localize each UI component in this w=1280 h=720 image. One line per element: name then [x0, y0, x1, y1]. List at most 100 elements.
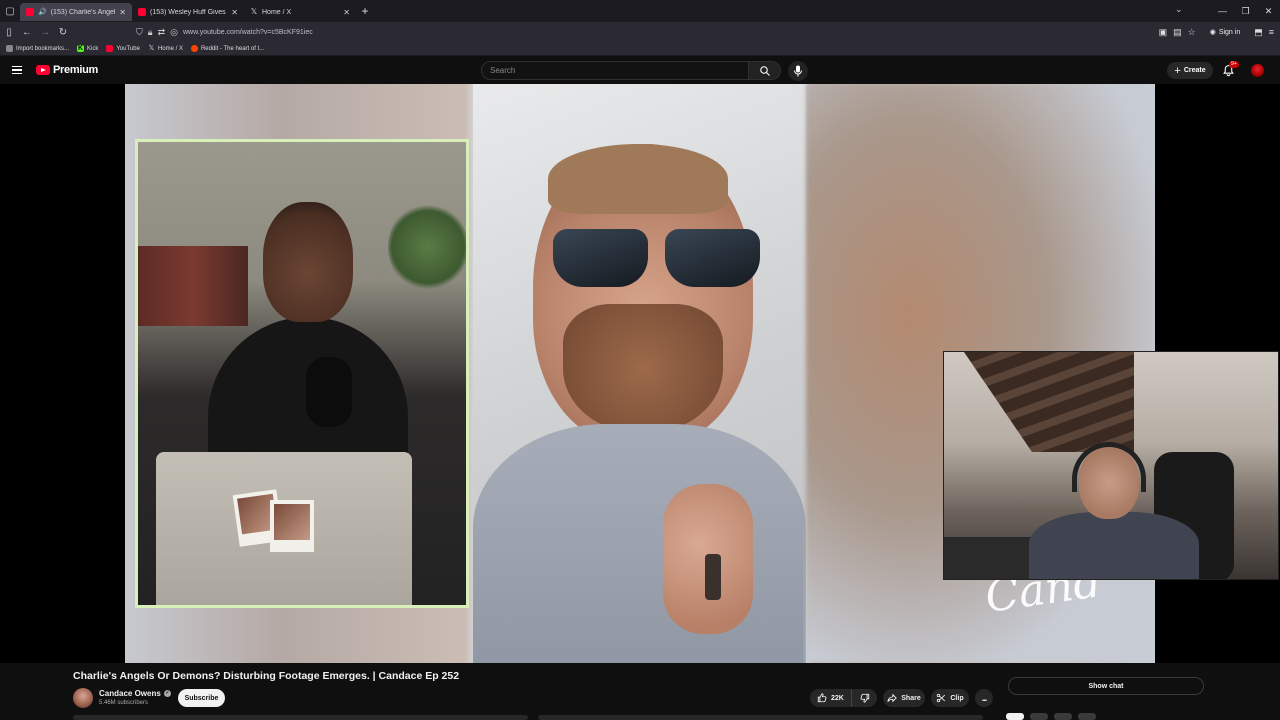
streamer-body — [1029, 512, 1199, 579]
bookmarks-bar: Import bookmarks... K Kick YouTube 𝕏 Hom… — [0, 42, 1280, 56]
tab-list-icon[interactable]: ▢ — [0, 0, 20, 22]
video-player[interactable]: Cand — [0, 84, 1280, 663]
bookmark-kick[interactable]: K Kick — [77, 45, 98, 52]
channel-name-link[interactable]: Candace Owens ✓ — [99, 689, 171, 698]
hamburger-menu-icon[interactable] — [12, 63, 24, 77]
more-actions-button[interactable]: ... — [975, 689, 993, 707]
show-chat-button[interactable]: Show chat — [1008, 677, 1204, 695]
window-controls: — ❐ ✕ — [1211, 0, 1280, 22]
bookmark-label: Import bookmarks... — [16, 45, 70, 52]
nav-right-tools: ▣ ▤ ☆ ◉ Sign in ⬒ ≡ — [1159, 22, 1280, 42]
subscribe-button[interactable]: Subscribe — [178, 689, 225, 707]
bookmark-home-x[interactable]: 𝕏 Home / X — [148, 45, 183, 52]
x-icon: 𝕏 — [148, 45, 155, 52]
url-text[interactable]: www.youtube.com/watch?v=c5BcKF91iec — [183, 29, 313, 36]
sign-in-button[interactable]: ◉ Sign in — [1209, 28, 1241, 37]
subscriber-count: 5.46M subscribers — [99, 700, 149, 706]
tab-charlies-angels[interactable]: 🔊 (153) Charlie's Angels Or D ✕ — [20, 3, 132, 21]
youtube-play-icon — [36, 65, 50, 75]
tracking-protection-icon[interactable]: ⛉ — [136, 27, 143, 38]
audio-icon[interactable]: 🔊 — [38, 8, 47, 16]
notifications-button[interactable]: 9+ — [1222, 61, 1239, 78]
list-all-tabs-icon[interactable]: ⌄ — [1175, 4, 1183, 15]
close-tab-icon[interactable]: ✕ — [343, 8, 350, 17]
restore-icon[interactable]: ❐ — [1234, 6, 1257, 17]
podcast-microphone — [306, 357, 352, 427]
browser-nav-bar: ▯ ← → ↻ ⛉ 🔒︎ ⇄ ◎ www.youtube.com/watch?v… — [0, 22, 1280, 42]
permissions-icon[interactable]: ⇄ — [158, 27, 166, 38]
like-button[interactable]: 22K — [810, 689, 852, 707]
youtube-premium-logo[interactable]: Premium — [36, 64, 98, 76]
tab-title: (153) Wesley Huff Gives Historic — [150, 8, 227, 16]
browser-tab-bar: ▢ 🔊 (153) Charlie's Angels Or D ✕ (153) … — [0, 0, 1280, 22]
tab-home-x[interactable]: 𝕏 Home / X ✕ — [244, 3, 356, 21]
reload-icon[interactable]: ↻ — [54, 27, 72, 38]
create-label: Create — [1183, 67, 1206, 74]
host-woman — [208, 197, 408, 517]
lock-icon[interactable]: 🔒︎ — [148, 27, 153, 38]
minimize-icon[interactable]: — — [1211, 6, 1234, 16]
bookmark-import[interactable]: Import bookmarks... — [6, 45, 69, 52]
search-icon — [759, 65, 770, 76]
voice-search-button[interactable] — [788, 61, 808, 81]
filter-chip[interactable] — [1078, 713, 1096, 720]
polaroid-photo — [270, 500, 314, 552]
extensions-icon[interactable]: ⬒ — [1254, 27, 1263, 38]
scissors-icon — [937, 693, 946, 703]
filter-chip-all[interactable] — [1006, 713, 1024, 720]
clip-button[interactable]: Clip — [931, 689, 969, 707]
search-button[interactable] — [749, 61, 781, 80]
plus-icon: + — [1174, 64, 1181, 77]
account-avatar[interactable] — [1251, 64, 1264, 77]
create-button[interactable]: + Create — [1167, 62, 1213, 79]
tab-title: Home / X — [262, 8, 292, 16]
bookmark-label: Kick — [87, 45, 99, 52]
media-icon[interactable]: ◎ — [170, 27, 178, 38]
filter-chip[interactable] — [1054, 713, 1072, 720]
import-icon — [6, 45, 13, 52]
laptop — [156, 452, 412, 605]
verified-check-icon: ✓ — [163, 690, 171, 697]
tab-title: (153) Charlie's Angels Or D — [50, 8, 116, 16]
staircase — [964, 352, 1134, 452]
search-input[interactable] — [490, 62, 748, 79]
video-panel-left-inset — [135, 139, 469, 608]
forward-icon[interactable]: → — [36, 27, 54, 38]
bookmark-star-icon[interactable]: ☆ — [1188, 27, 1196, 38]
pip-icon[interactable]: ▣ — [1159, 27, 1168, 38]
related-filter-chips — [1006, 713, 1096, 720]
reddit-icon — [190, 45, 198, 52]
search-box — [481, 61, 749, 80]
reader-view-icon[interactable]: ▤ — [1173, 27, 1182, 38]
share-button[interactable]: Share — [883, 689, 925, 707]
x-favicon-icon: 𝕏 — [250, 7, 258, 16]
app-menu-icon[interactable]: ≡ — [1269, 27, 1274, 37]
notification-badge: 9+ — [1229, 61, 1239, 68]
logo-text: Premium — [53, 64, 98, 76]
microphone-icon — [794, 65, 802, 77]
video-title: Charlie's Angels Or Demons? Disturbing F… — [73, 670, 460, 682]
tab-wesley-huff[interactable]: (153) Wesley Huff Gives Historic ✕ — [132, 3, 244, 21]
sidebar-toggle-icon[interactable]: ▯ — [0, 27, 18, 38]
like-count: 22K — [831, 694, 844, 702]
filter-chip[interactable] — [1030, 713, 1048, 720]
channel-name: Candace Owens — [99, 689, 161, 698]
new-tab-button[interactable]: + — [356, 4, 374, 18]
youtube-header: Premium + Create 9+ — [0, 57, 1280, 84]
bookmark-reddit[interactable]: Reddit - The heart of t... — [190, 45, 264, 52]
youtube-icon — [106, 45, 114, 52]
channel-avatar[interactable] — [73, 688, 93, 708]
close-tab-icon[interactable]: ✕ — [119, 8, 126, 17]
kick-icon: K — [77, 45, 85, 52]
close-window-icon[interactable]: ✕ — [1257, 6, 1280, 17]
video-panel-center — [473, 84, 806, 663]
close-tab-icon[interactable]: ✕ — [231, 8, 238, 17]
youtube-favicon-icon — [26, 8, 34, 16]
address-bar[interactable]: ⛉ 🔒︎ ⇄ ◎ www.youtube.com/watch?v=c5BcKF9… — [132, 24, 1142, 40]
thumbs-down-icon — [860, 693, 869, 703]
bookmark-youtube[interactable]: YouTube — [106, 45, 140, 52]
streamer-webcam-overlay — [943, 351, 1279, 580]
back-icon[interactable]: ← — [18, 27, 36, 38]
account-icon: ◉ — [1209, 29, 1216, 36]
dislike-button[interactable] — [852, 689, 877, 707]
